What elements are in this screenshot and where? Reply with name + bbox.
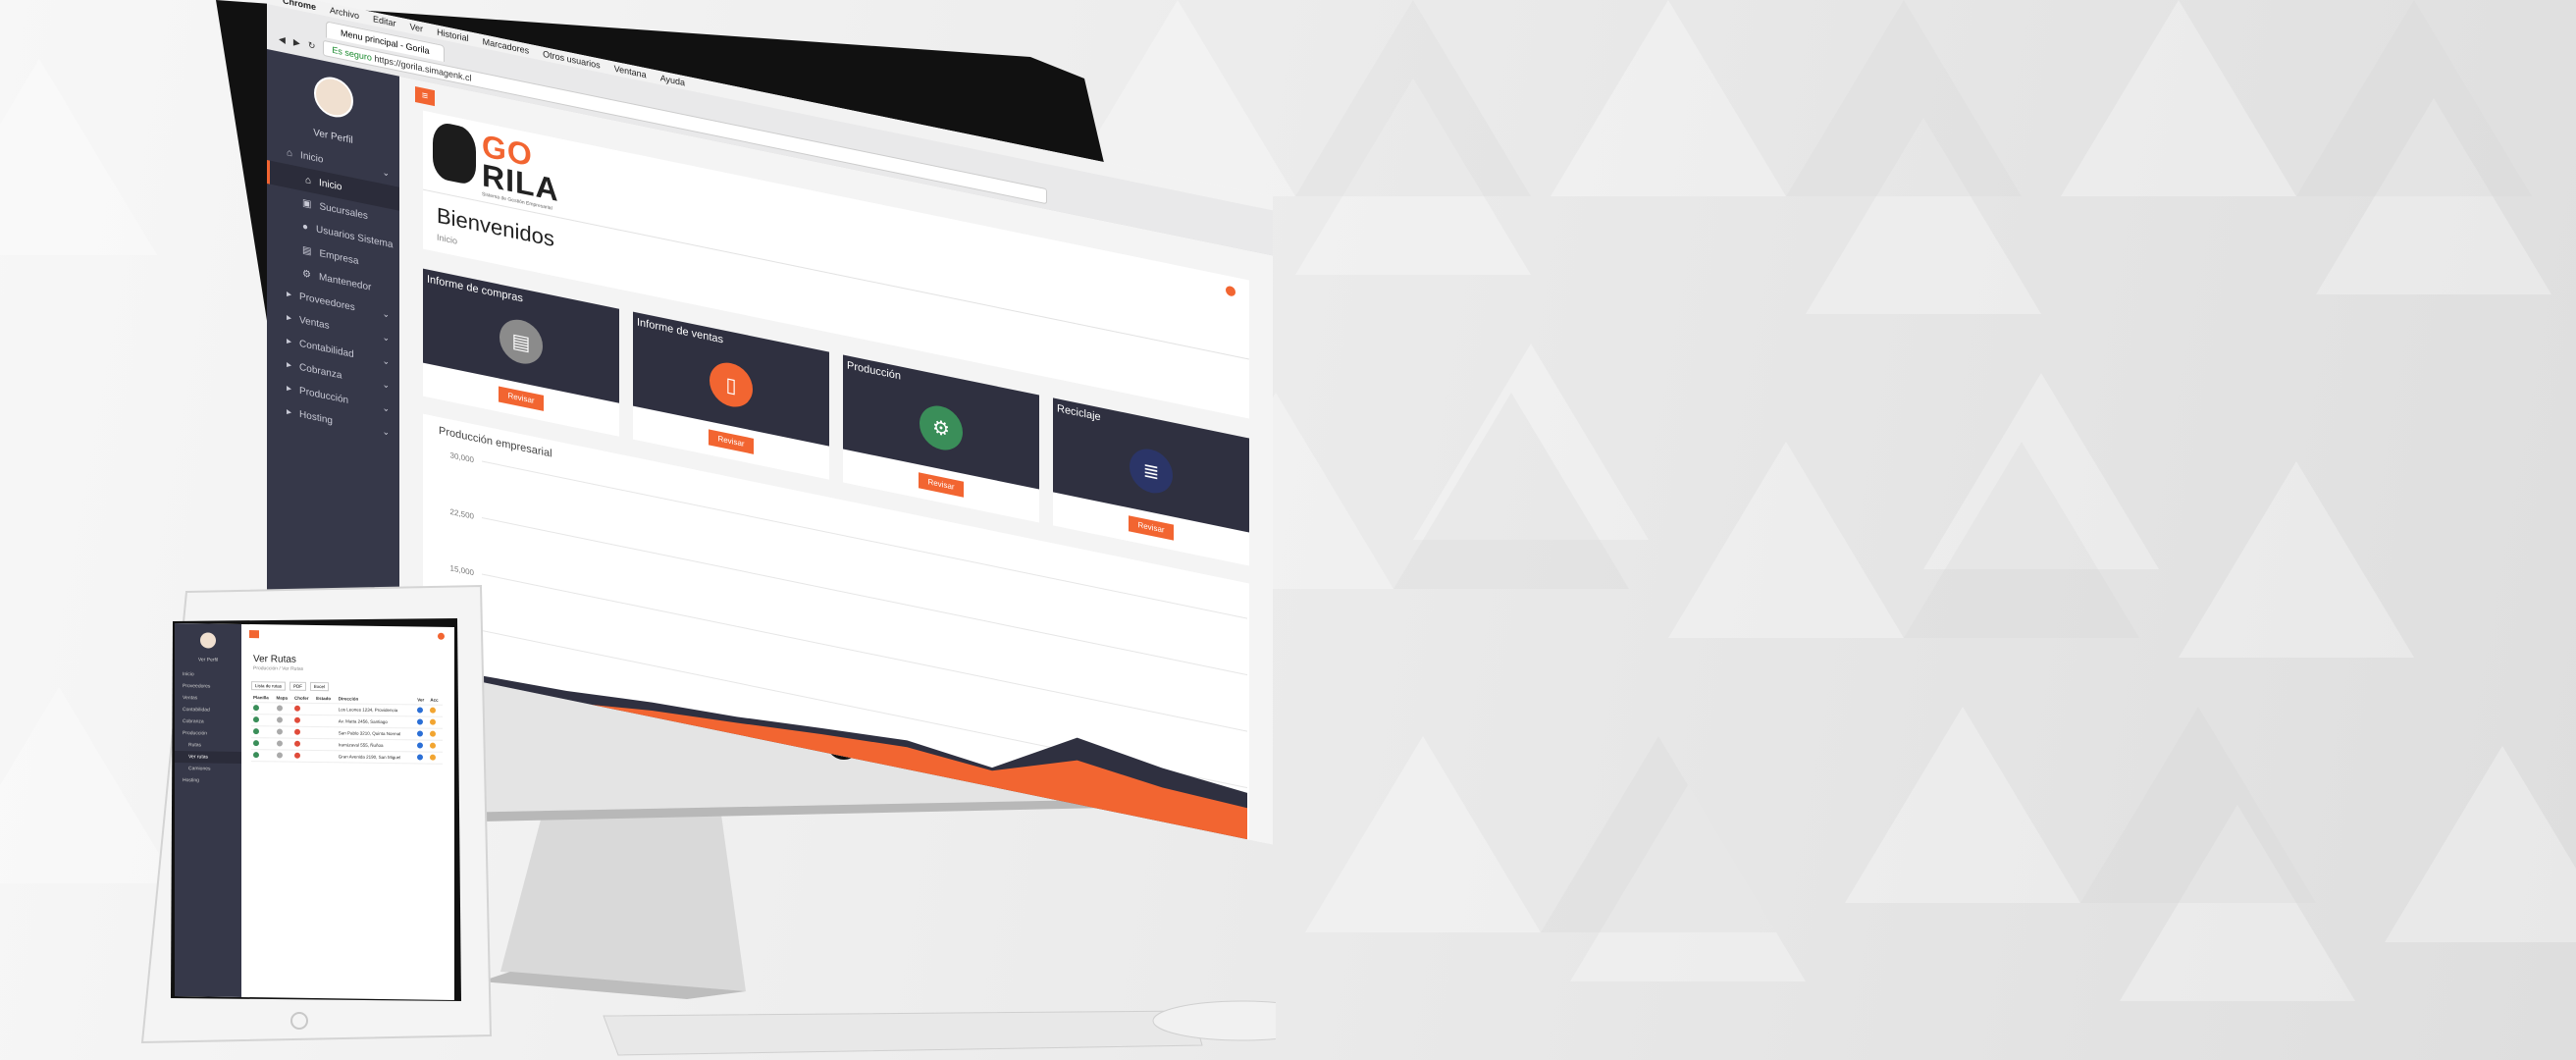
ipad-nav-item[interactable]: Rutas: [175, 739, 241, 752]
ipad-routes-table: Planilla Mapa Chofer Estado Dirección Ve…: [251, 693, 443, 765]
check-icon[interactable]: [253, 752, 259, 759]
view-icon[interactable]: [417, 754, 424, 761]
check-icon[interactable]: [253, 716, 259, 723]
ipad-toolbar-button[interactable]: Lista de rutas: [251, 681, 287, 691]
card-informe-ventas: Informe de ventas ▯ Revisar: [633, 311, 829, 480]
view-icon[interactable]: [417, 730, 424, 737]
ipad-nav-item[interactable]: Proveedores: [175, 680, 241, 693]
ipad-avatar-area: [175, 623, 241, 658]
edit-icon[interactable]: [430, 730, 437, 737]
column-header: Estado: [314, 693, 337, 704]
edit-icon[interactable]: [430, 707, 437, 714]
check-icon[interactable]: [253, 705, 259, 712]
map-icon[interactable]: [276, 705, 283, 712]
view-icon[interactable]: [417, 718, 424, 725]
map-icon[interactable]: [276, 728, 283, 735]
card-reciclaje: Reciclaje ≣ Revisar: [1053, 398, 1249, 566]
ipad-toolbar-button[interactable]: Excel: [310, 681, 330, 692]
ipad-sidebar: Ver Perfil Inicio Proveedores Ventas Con…: [175, 623, 241, 997]
ipad-nav-item[interactable]: Camiones: [175, 763, 241, 775]
ipad-screen: Ver Perfil Inicio Proveedores Ventas Con…: [175, 623, 454, 1000]
view-icon[interactable]: [417, 707, 424, 714]
column-header: Planilla: [251, 693, 275, 703]
map-icon[interactable]: [276, 740, 283, 747]
remove-icon[interactable]: [294, 705, 301, 712]
gear-icon: ⚙: [920, 401, 963, 454]
edit-icon[interactable]: [430, 742, 437, 749]
ipad-nav-item[interactable]: Ventas: [175, 692, 241, 705]
avatar[interactable]: [200, 632, 216, 649]
map-icon[interactable]: [276, 752, 283, 759]
ipad-breadcrumb[interactable]: Producción / Ver Rutas: [253, 665, 303, 672]
card-produccion: Producción ⚙ Revisar: [843, 354, 1039, 523]
ipad-nav-item[interactable]: Hosting: [175, 774, 241, 787]
card-title: Informe de ventas: [637, 316, 724, 346]
address-cell: San Pablo 3210, Quinta Normal: [336, 726, 416, 740]
column-header: Ver: [415, 695, 429, 706]
ipad-main: Ver Rutas Producción / Ver Rutas Lista d…: [241, 624, 454, 1000]
column-header: Mapa: [274, 693, 293, 704]
card-title: Reciclaje: [1057, 402, 1101, 424]
column-header: Chofer: [292, 693, 315, 704]
map-icon[interactable]: [276, 716, 283, 723]
notification-icon[interactable]: [438, 632, 445, 640]
notification-icon[interactable]: [1226, 285, 1235, 297]
revisar-button[interactable]: Revisar: [709, 429, 754, 454]
check-icon[interactable]: [253, 728, 259, 735]
table-row: Gran Avenida 2190, San Miguel: [251, 749, 443, 765]
ipad-profile-link[interactable]: Ver Perfil: [175, 657, 241, 663]
ipad-page-title: Ver Rutas: [253, 654, 296, 665]
ipad-nav-item[interactable]: Producción: [175, 727, 241, 740]
remove-icon[interactable]: [294, 728, 301, 735]
ipad-toolbar-button[interactable]: PDF: [289, 681, 307, 691]
remove-icon[interactable]: [294, 752, 301, 759]
ipad-nav-item[interactable]: Cobranza: [175, 716, 241, 728]
database-icon: ≣: [1130, 445, 1173, 498]
ipad-home-button[interactable]: [290, 1012, 308, 1030]
remove-icon[interactable]: [294, 716, 301, 723]
edit-icon[interactable]: [430, 718, 437, 725]
view-icon[interactable]: [417, 742, 424, 749]
revisar-button[interactable]: Revisar: [1129, 515, 1174, 541]
ipad-nav-item[interactable]: Contabilidad: [175, 704, 241, 716]
check-icon[interactable]: [253, 740, 259, 747]
address-cell: Irarrázaval 555, Ñuñoa: [336, 738, 416, 752]
ipad-nav-item[interactable]: Inicio: [175, 668, 241, 681]
ipad-toolbar: Lista de rutas PDF Excel: [251, 681, 330, 692]
column-header: Acc: [428, 695, 443, 706]
ipad-menu-toggle[interactable]: [249, 630, 259, 639]
revisar-button[interactable]: Revisar: [919, 472, 964, 498]
remove-icon[interactable]: [294, 740, 301, 747]
card-title: Producción: [847, 359, 902, 383]
address-cell: Av. Matta 2456, Santiago: [336, 715, 416, 728]
file-icon: ▯: [710, 358, 753, 411]
edit-icon[interactable]: [430, 754, 437, 761]
address-cell: Los Leones 1234, Providencia: [336, 703, 416, 716]
ipad-nav-item[interactable]: Ver rutas: [175, 751, 241, 764]
address-cell: Gran Avenida 2190, San Miguel: [336, 750, 416, 764]
